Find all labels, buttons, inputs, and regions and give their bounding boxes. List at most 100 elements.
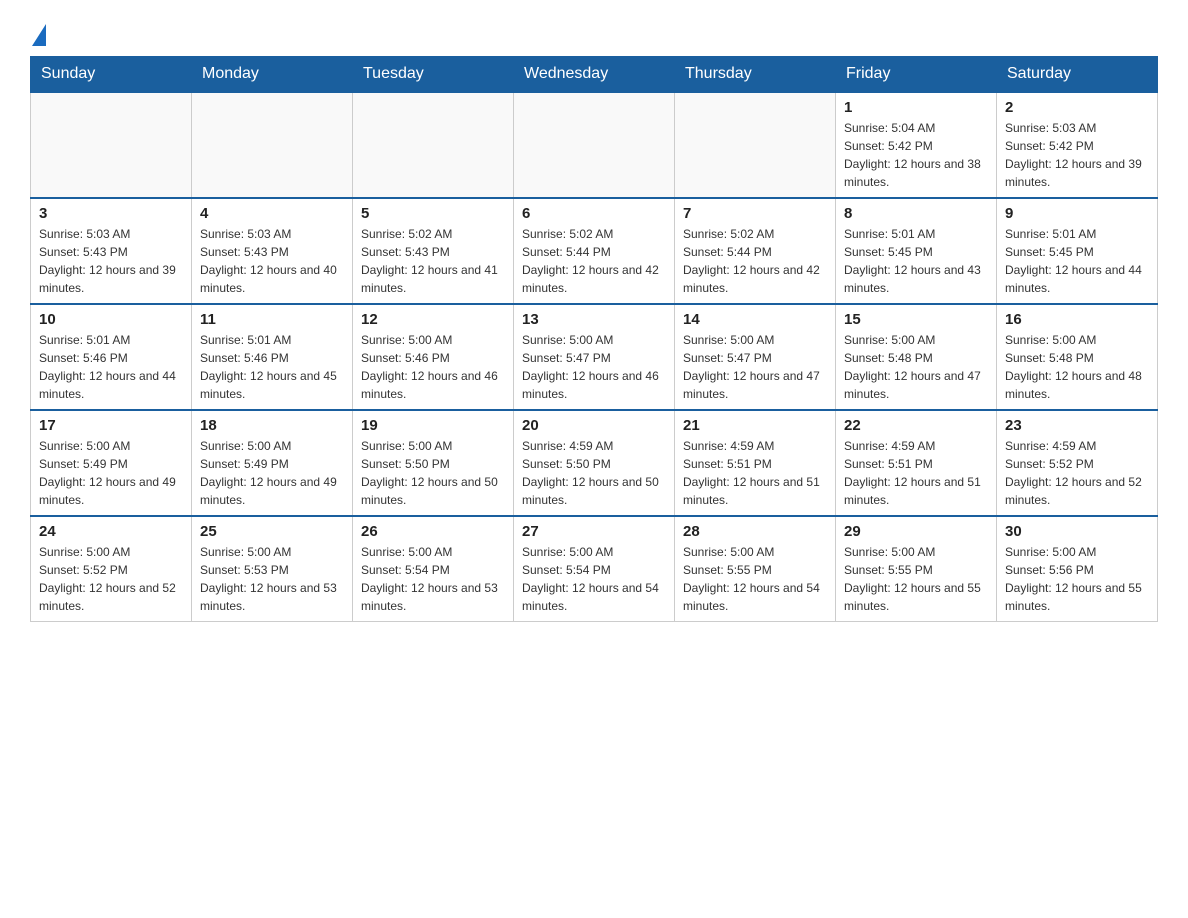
calendar-cell (353, 92, 514, 198)
day-info: Sunrise: 5:03 AMSunset: 5:42 PMDaylight:… (1005, 119, 1149, 191)
calendar-cell: 17Sunrise: 5:00 AMSunset: 5:49 PMDayligh… (31, 410, 192, 516)
day-info: Sunrise: 5:02 AMSunset: 5:44 PMDaylight:… (522, 225, 666, 297)
day-number: 28 (683, 523, 827, 540)
calendar-cell: 20 Sunrise: 4:59 AMSunset: 5:50 PMDayligh… (514, 410, 675, 516)
calendar-cell (514, 92, 675, 198)
day-info: Sunrise: 5:03 AMSunset: 5:43 PMDaylight:… (200, 225, 344, 297)
day-number: 7 (683, 205, 827, 222)
day-info: Sunrise: 5:01 AMSunset: 5:46 PMDaylight:… (200, 331, 344, 403)
day-number: 1 (844, 99, 988, 116)
day-info: Sunrise: 5:00 AMSunset: 5:50 PMDaylight:… (361, 437, 505, 509)
day-info: Sunrise: 5:02 AMSunset: 5:44 PMDaylight:… (683, 225, 827, 297)
day-info: Sunrise: 5:00 AMSunset: 5:56 PMDaylight:… (1005, 543, 1149, 615)
calendar-week-3: 10 Sunrise: 5:01 AMSunset: 5:46 PMDayligh… (31, 304, 1158, 410)
day-info: Sunrise: 4:59 AMSunset: 5:51 PMDaylight:… (683, 437, 827, 509)
day-header-monday: Monday (192, 57, 353, 93)
day-number: 14 (683, 311, 827, 328)
day-header-sunday: Sunday (31, 57, 192, 93)
calendar-cell: 11 Sunrise: 5:01 AMSunset: 5:46 PMDayligh… (192, 304, 353, 410)
day-number: 29 (844, 523, 988, 540)
day-info: Sunrise: 5:00 AMSunset: 5:47 PMDaylight:… (522, 331, 666, 403)
day-info: Sunrise: 5:00 AMSunset: 5:53 PMDaylight:… (200, 543, 344, 615)
day-number: 5 (361, 205, 505, 222)
day-header-tuesday: Tuesday (353, 57, 514, 93)
calendar-cell: 29Sunrise: 5:00 AMSunset: 5:55 PMDayligh… (836, 516, 997, 622)
calendar-cell: 4 Sunrise: 5:03 AMSunset: 5:43 PMDaylight… (192, 198, 353, 304)
day-info: Sunrise: 5:01 AMSunset: 5:45 PMDaylight:… (844, 225, 988, 297)
day-number: 22 (844, 417, 988, 434)
calendar-cell: 27 Sunrise: 5:00 AMSunset: 5:54 PMDayligh… (514, 516, 675, 622)
day-info: Sunrise: 5:00 AMSunset: 5:49 PMDaylight:… (200, 437, 344, 509)
day-number: 15 (844, 311, 988, 328)
calendar-cell: 6 Sunrise: 5:02 AMSunset: 5:44 PMDaylight… (514, 198, 675, 304)
calendar-cell: 2 Sunrise: 5:03 AMSunset: 5:42 PMDaylight… (997, 92, 1158, 198)
calendar-cell: 15 Sunrise: 5:00 AMSunset: 5:48 PMDayligh… (836, 304, 997, 410)
calendar-cell (31, 92, 192, 198)
day-header-saturday: Saturday (997, 57, 1158, 93)
day-info: Sunrise: 5:00 AMSunset: 5:48 PMDaylight:… (844, 331, 988, 403)
calendar-cell: 7 Sunrise: 5:02 AMSunset: 5:44 PMDaylight… (675, 198, 836, 304)
calendar-cell: 22 Sunrise: 4:59 AMSunset: 5:51 PMDayligh… (836, 410, 997, 516)
calendar-cell: 24 Sunrise: 5:00 AMSunset: 5:52 PMDayligh… (31, 516, 192, 622)
page-header (30, 20, 1158, 46)
calendar-week-1: 1 Sunrise: 5:04 AMSunset: 5:42 PMDaylight… (31, 92, 1158, 198)
day-info: Sunrise: 5:00 AMSunset: 5:48 PMDaylight:… (1005, 331, 1149, 403)
day-info: Sunrise: 5:00 AMSunset: 5:46 PMDaylight:… (361, 331, 505, 403)
calendar-header-row: SundayMondayTuesdayWednesdayThursdayFrid… (31, 57, 1158, 93)
calendar-cell: 12 Sunrise: 5:00 AMSunset: 5:46 PMDayligh… (353, 304, 514, 410)
day-info: Sunrise: 5:00 AMSunset: 5:47 PMDaylight:… (683, 331, 827, 403)
calendar-cell: 28Sunrise: 5:00 AMSunset: 5:55 PMDayligh… (675, 516, 836, 622)
calendar-cell: 14 Sunrise: 5:00 AMSunset: 5:47 PMDayligh… (675, 304, 836, 410)
day-number: 10 (39, 311, 183, 328)
day-info: Sunrise: 5:00 AMSunset: 5:54 PMDaylight:… (522, 543, 666, 615)
calendar-week-5: 24 Sunrise: 5:00 AMSunset: 5:52 PMDayligh… (31, 516, 1158, 622)
calendar-cell: 5 Sunrise: 5:02 AMSunset: 5:43 PMDaylight… (353, 198, 514, 304)
calendar-table: SundayMondayTuesdayWednesdayThursdayFrid… (30, 56, 1158, 622)
calendar-cell: 30 Sunrise: 5:00 AMSunset: 5:56 PMDayligh… (997, 516, 1158, 622)
calendar-cell: 10 Sunrise: 5:01 AMSunset: 5:46 PMDayligh… (31, 304, 192, 410)
day-info: Sunrise: 4:59 AMSunset: 5:50 PMDaylight:… (522, 437, 666, 509)
day-info: Sunrise: 5:01 AMSunset: 5:45 PMDaylight:… (1005, 225, 1149, 297)
day-number: 4 (200, 205, 344, 222)
day-number: 16 (1005, 311, 1149, 328)
day-info: Sunrise: 5:04 AMSunset: 5:42 PMDaylight:… (844, 119, 988, 191)
calendar-cell (675, 92, 836, 198)
calendar-cell: 21 Sunrise: 4:59 AMSunset: 5:51 PMDayligh… (675, 410, 836, 516)
day-info: Sunrise: 5:00 AMSunset: 5:54 PMDaylight:… (361, 543, 505, 615)
calendar-cell: 9 Sunrise: 5:01 AMSunset: 5:45 PMDaylight… (997, 198, 1158, 304)
day-number: 11 (200, 311, 344, 328)
calendar-cell: 8Sunrise: 5:01 AMSunset: 5:45 PMDaylight… (836, 198, 997, 304)
day-number: 20 (522, 417, 666, 434)
day-info: Sunrise: 4:59 AMSunset: 5:51 PMDaylight:… (844, 437, 988, 509)
day-info: Sunrise: 5:00 AMSunset: 5:52 PMDaylight:… (39, 543, 183, 615)
day-number: 2 (1005, 99, 1149, 116)
day-number: 24 (39, 523, 183, 540)
day-number: 30 (1005, 523, 1149, 540)
calendar-week-2: 3 Sunrise: 5:03 AMSunset: 5:43 PMDaylight… (31, 198, 1158, 304)
day-number: 13 (522, 311, 666, 328)
day-info: Sunrise: 5:01 AMSunset: 5:46 PMDaylight:… (39, 331, 183, 403)
day-number: 19 (361, 417, 505, 434)
calendar-cell (192, 92, 353, 198)
calendar-cell: 23Sunrise: 4:59 AMSunset: 5:52 PMDayligh… (997, 410, 1158, 516)
day-number: 9 (1005, 205, 1149, 222)
day-number: 6 (522, 205, 666, 222)
day-number: 27 (522, 523, 666, 540)
day-number: 17 (39, 417, 183, 434)
calendar-cell: 18Sunrise: 5:00 AMSunset: 5:49 PMDayligh… (192, 410, 353, 516)
day-number: 26 (361, 523, 505, 540)
day-number: 12 (361, 311, 505, 328)
logo-triangle-icon (32, 24, 46, 46)
day-header-friday: Friday (836, 57, 997, 93)
day-number: 25 (200, 523, 344, 540)
day-number: 3 (39, 205, 183, 222)
day-number: 21 (683, 417, 827, 434)
calendar-cell: 19 Sunrise: 5:00 AMSunset: 5:50 PMDayligh… (353, 410, 514, 516)
calendar-cell: 25 Sunrise: 5:00 AMSunset: 5:53 PMDayligh… (192, 516, 353, 622)
day-info: Sunrise: 5:02 AMSunset: 5:43 PMDaylight:… (361, 225, 505, 297)
calendar-cell: 16 Sunrise: 5:00 AMSunset: 5:48 PMDayligh… (997, 304, 1158, 410)
calendar-cell: 3 Sunrise: 5:03 AMSunset: 5:43 PMDaylight… (31, 198, 192, 304)
day-header-thursday: Thursday (675, 57, 836, 93)
day-info: Sunrise: 5:03 AMSunset: 5:43 PMDaylight:… (39, 225, 183, 297)
calendar-cell: 13 Sunrise: 5:00 AMSunset: 5:47 PMDayligh… (514, 304, 675, 410)
